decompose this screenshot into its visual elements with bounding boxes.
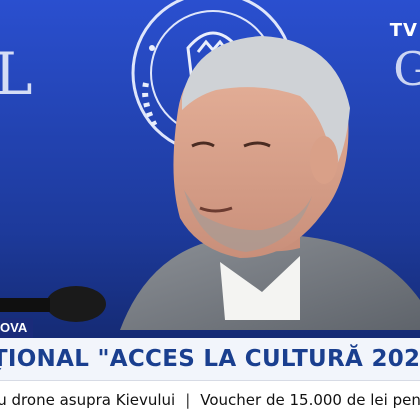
microphone (46, 286, 106, 322)
location-tag: OVA (0, 318, 34, 338)
news-ticker: c cu drone asupra Kievului | Voucher de 15… (0, 380, 420, 420)
microphone-handle (0, 298, 50, 312)
ticker-item: Voucher de 15.000 de lei pentr (200, 391, 420, 409)
ticker-item: c cu drone asupra Kievului (0, 391, 176, 409)
ear (310, 136, 338, 184)
ticker-separator: | (185, 391, 191, 409)
headline-text: NAȚIONAL "ACCES LA CULTURĂ 2025" (0, 346, 420, 372)
video-frame: L G TV OVA IONAL "ACCES LA CULTURĂ 202 u… (0, 0, 420, 420)
